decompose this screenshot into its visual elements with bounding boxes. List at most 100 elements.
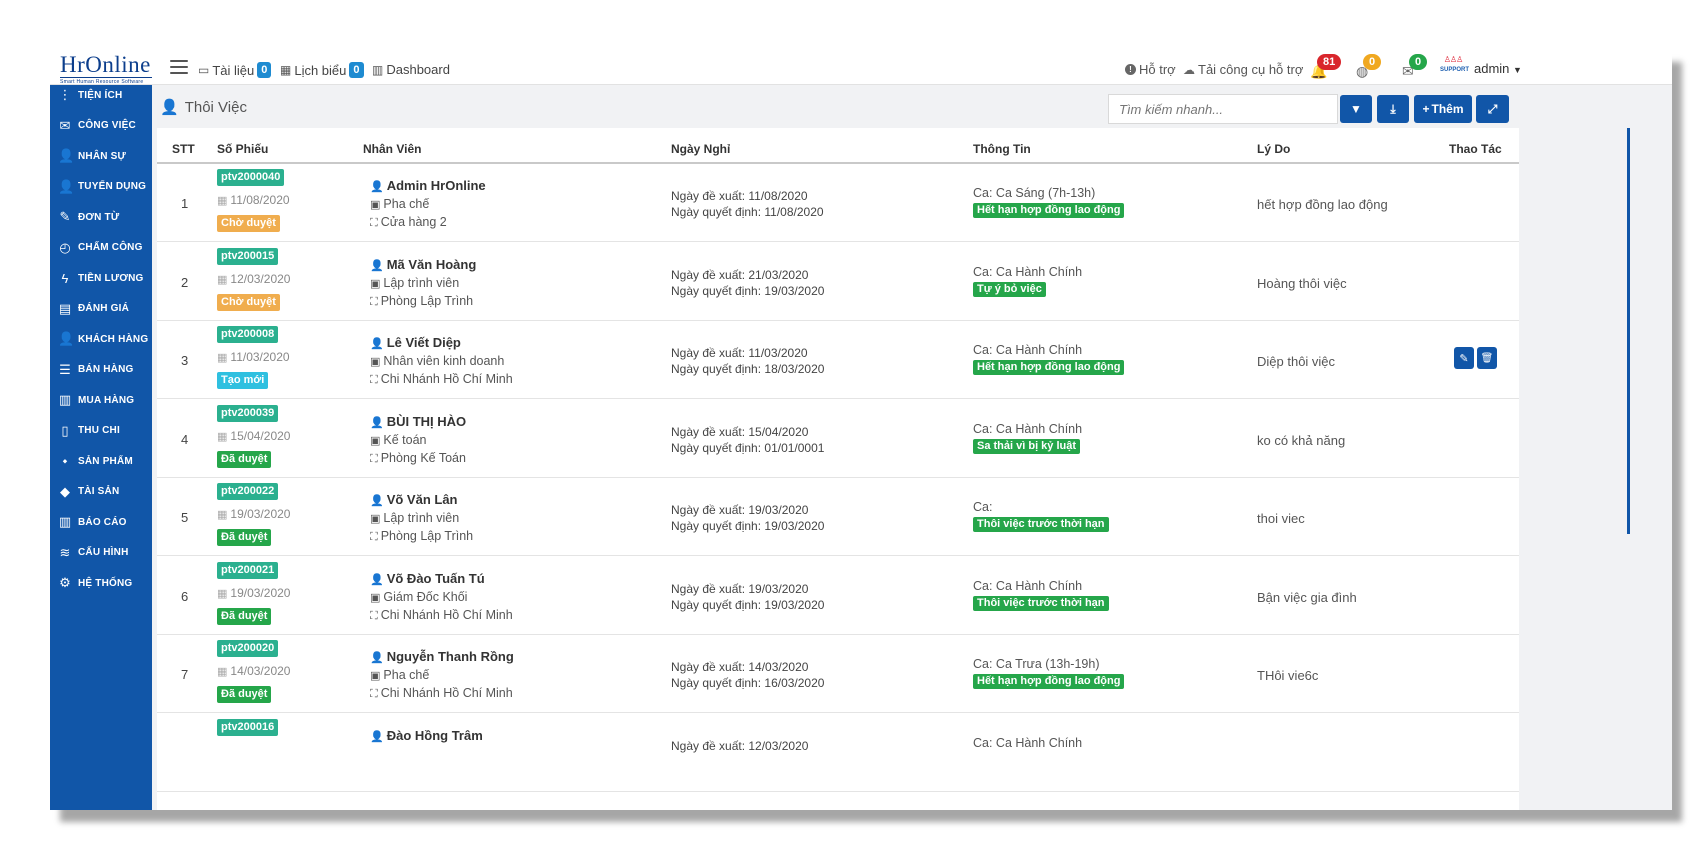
sidebar-item[interactable]: ▥ BÁO CÁO xyxy=(50,507,152,537)
row-date-value: 14/03/2020 xyxy=(230,664,291,678)
ticket-code-badge[interactable]: ptv200022 xyxy=(217,483,279,500)
avatar[interactable]: ♙♙♙ SUPPORT xyxy=(1440,55,1469,79)
add-button[interactable]: + Thêm xyxy=(1414,95,1472,123)
decision-date: Ngày quyết định: 01/01/0001 xyxy=(671,440,825,455)
sidebar-item[interactable]: ⬩ SẢN PHẨM xyxy=(50,446,152,476)
filter-button[interactable]: ▼ xyxy=(1340,95,1372,123)
inbox-icon: ✉ xyxy=(59,117,71,133)
employee-name-value: Mã Văn Hoàng xyxy=(386,256,477,272)
export-button[interactable]: ⤓ xyxy=(1377,95,1409,123)
clock-icon: ◴ xyxy=(59,239,71,255)
user-icon: 👤 xyxy=(370,495,384,507)
employee-department: ⛶ Cửa hàng 2 xyxy=(370,215,447,230)
ticket-code-badge[interactable]: ptv200015 xyxy=(217,247,279,265)
resignation-type-badge: Sa thải vì bị kỷ luật xyxy=(973,438,1081,454)
row-date: ▦ 19/03/2020 xyxy=(217,586,290,600)
calendar-icon: ▦ xyxy=(217,509,228,521)
map-icon: ▥ xyxy=(58,392,72,407)
ticket-code-badge[interactable]: ptv200020 xyxy=(217,640,279,657)
employee-department-value: Chi Nhánh Hồ Chí Minh xyxy=(380,686,513,700)
globe-count-badge: 0 xyxy=(1363,54,1382,70)
sidebar-item[interactable]: ◆ TÀI SẢN xyxy=(50,477,152,507)
employee-position: ▣ Pha chế xyxy=(370,197,429,211)
reason-text: ko có khả năng xyxy=(1257,432,1346,448)
sidebar-item[interactable]: ▥ MUA HÀNG xyxy=(50,385,152,415)
status-badge: Đã duyệt xyxy=(217,607,272,625)
page-title: 👤 Thôi Việc xyxy=(160,98,247,117)
message-count-badge: 0 xyxy=(1409,54,1428,70)
ticket-code-badge[interactable]: ptv200039 xyxy=(217,404,279,422)
sidebar-item[interactable]: ϟ TIỀN LƯƠNG xyxy=(50,263,152,293)
sidebar-item[interactable]: 👤 KHÁCH HÀNG xyxy=(50,324,152,354)
sidebar-item[interactable]: 👤 TUYỂN DỤNG xyxy=(50,172,152,202)
info-icon: ! xyxy=(1125,64,1136,75)
delete-button[interactable]: 🗑 xyxy=(1477,347,1497,369)
documents-count-badge: 0 xyxy=(257,62,272,78)
sidebar-item[interactable]: ✉ CÔNG VIỆC xyxy=(50,111,152,141)
nav-documents[interactable]: ▭ Tài liệu 0 xyxy=(198,62,272,78)
sidebar-item[interactable]: ▯ THU CHI xyxy=(50,416,152,446)
search-input[interactable] xyxy=(1108,94,1338,124)
user-icon: 👤 xyxy=(370,416,384,429)
row-date: ▦ 11/08/2020 xyxy=(217,193,290,207)
row-date-value: 19/03/2020 xyxy=(230,585,291,600)
shift-info: Ca: Ca Hành Chính xyxy=(973,735,1083,750)
reason-text: hết hợp đồng lao động xyxy=(1257,197,1388,212)
nav-dashboard[interactable]: ▥ Dashboard xyxy=(372,62,450,77)
row-stt: 2 xyxy=(181,274,189,290)
reason-text: Hoàng thôi việc xyxy=(1257,275,1347,291)
app-logo[interactable]: HrOnline Smart Human Resource Software xyxy=(60,53,152,85)
sidebar: ⋮ TIỆN ÍCH ✉ CÔNG VIỆC 👤 NHÂN SỰ 👤 TUYỂN DỤNG ✎ Đ… xyxy=(50,85,152,810)
calendar-icon: ▦ xyxy=(217,273,228,286)
employee-position: ▣ Giám Đốc Khối xyxy=(370,590,467,604)
sidebar-item-label: CẤU HÌNH xyxy=(78,547,129,558)
id-card-icon: ▣ xyxy=(370,434,381,447)
sidebar-item[interactable]: ☰ BÁN HÀNG xyxy=(50,355,152,385)
menu-toggle-icon[interactable] xyxy=(170,60,188,74)
row-date: ▦ 15/04/2020 xyxy=(217,429,290,443)
download-tool-link[interactable]: ☁ Tải công cụ hỗ trợ xyxy=(1183,62,1303,77)
ticket-code-badge[interactable]: ptv2000040 xyxy=(217,169,285,186)
employee-department-value: Chi Nhánh Hồ Chí Minh xyxy=(380,372,513,386)
sitemap-icon: ⛶ xyxy=(370,374,378,386)
status-badge: Chờ duyệt xyxy=(217,293,280,311)
fullscreen-button[interactable]: ⤢ xyxy=(1476,95,1509,123)
decision-date: Ngày quyết định: 11/08/2020 xyxy=(671,205,824,219)
calendar-icon: ▦ xyxy=(217,666,228,678)
proposed-date: Ngày đề xuất: 15/04/2020 xyxy=(671,424,809,439)
sidebar-item[interactable]: ≋ CẤU HÌNH xyxy=(50,538,152,568)
ticket-code-badge[interactable]: ptv200008 xyxy=(217,326,279,343)
expand-icon: ⤢ xyxy=(1487,101,1498,116)
employee-name: 👤 Võ Văn Lân xyxy=(370,492,458,507)
menu-icon: ☰ xyxy=(59,361,71,377)
sidebar-item-label: TIỀN LƯƠNG xyxy=(78,272,144,284)
user-icon: 👤 xyxy=(370,338,384,350)
ticket-code-badge[interactable]: ptv200016 xyxy=(217,718,279,736)
row-date-value: 12/03/2020 xyxy=(230,271,291,286)
edit-button[interactable]: ✎ xyxy=(1454,347,1474,369)
user-icon: 👤 xyxy=(370,573,384,586)
scrollbar[interactable] xyxy=(1627,128,1630,534)
nav-schedule[interactable]: ▦ Lịch biểu 0 xyxy=(280,62,364,78)
sidebar-item[interactable]: ✎ ĐƠN TỪ xyxy=(50,202,152,232)
book-icon: ▤ xyxy=(58,300,72,316)
sidebar-item[interactable]: ◴ CHẤM CÔNG xyxy=(50,233,152,263)
employee-position-value: Lập trình viên xyxy=(383,511,460,525)
status-badge: Tạo mới xyxy=(217,372,269,389)
ticket-code-badge[interactable]: ptv200021 xyxy=(217,561,279,579)
decision-date: Ngày quyết định: 18/03/2020 xyxy=(671,362,825,376)
user-icon: 👤 xyxy=(58,148,75,163)
employee-name: 👤 Mã Văn Hoàng xyxy=(370,257,476,272)
employee-position-value: Nhân viên kinh doanh xyxy=(383,354,505,368)
table-header: STT Số Phiếu Nhân Viên Ngày Nghỉ Thông T… xyxy=(157,128,1519,164)
sidebar-item[interactable]: ▤ ĐÁNH GIÁ xyxy=(50,294,152,324)
sidebar-item[interactable]: ⚙ HỆ THỐNG xyxy=(50,568,152,598)
id-card-icon: ▣ xyxy=(370,670,381,682)
sidebar-item[interactable]: ⋮ TIỆN ÍCH xyxy=(50,80,152,110)
employee-name-value: Đào Hồng Trâm xyxy=(386,727,483,743)
row-date: ▦ 11/03/2020 xyxy=(217,350,290,364)
support-link[interactable]: ! Hỗ trợ xyxy=(1125,62,1176,77)
calendar-icon: ▦ xyxy=(280,63,292,77)
sidebar-item[interactable]: 👤 NHÂN SỰ xyxy=(50,141,152,171)
user-menu[interactable]: admin ▼ xyxy=(1474,61,1522,76)
